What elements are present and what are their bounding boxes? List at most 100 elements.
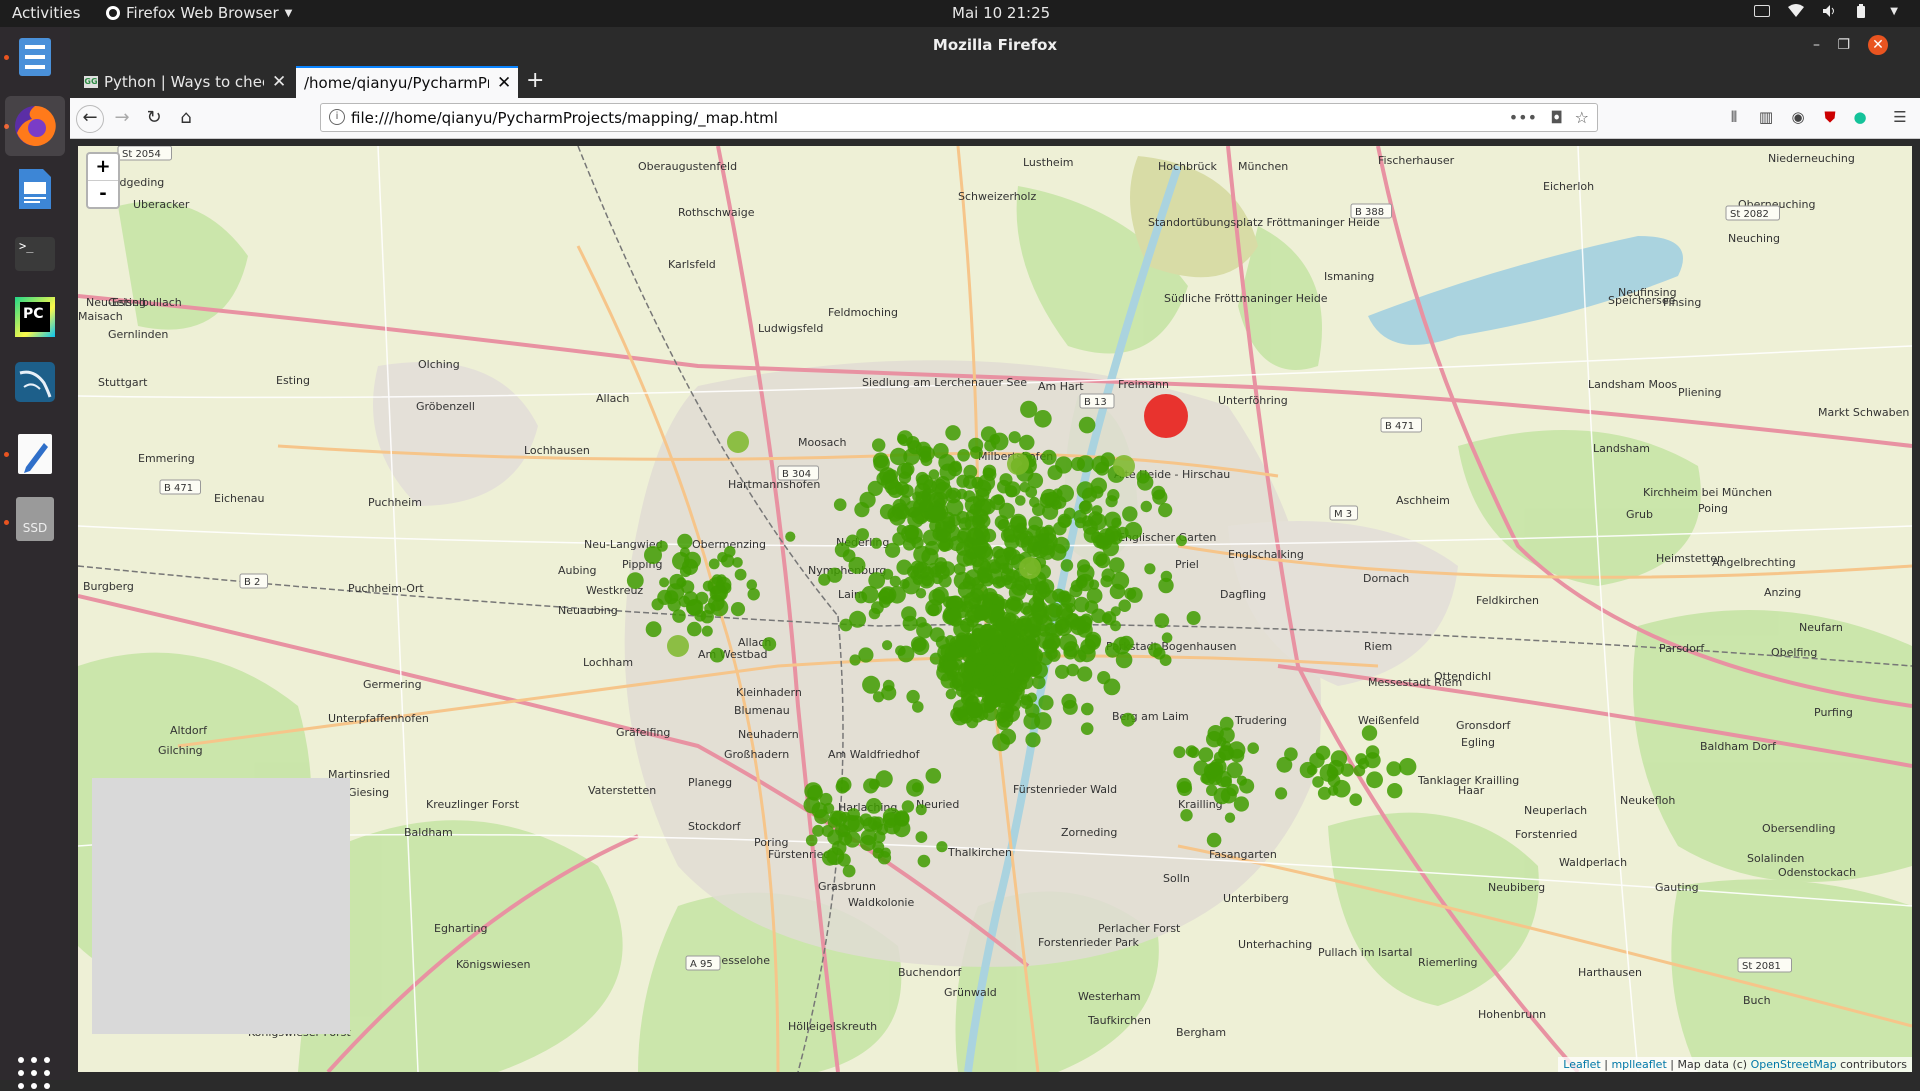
hamburger-menu-icon[interactable]: ☰	[1890, 107, 1910, 127]
map-marker[interactable]	[925, 599, 943, 617]
sidebar-icon[interactable]: ▥	[1756, 107, 1776, 127]
map-marker[interactable]	[785, 531, 796, 542]
map-marker[interactable]	[970, 446, 983, 460]
map-marker[interactable]	[834, 542, 850, 558]
back-icon[interactable]: ←	[76, 105, 104, 133]
battery-icon[interactable]	[1856, 4, 1872, 18]
map-marker[interactable]	[1176, 535, 1187, 547]
map-marker[interactable]	[1207, 761, 1222, 776]
map-marker[interactable]	[1111, 517, 1122, 528]
map-marker[interactable]	[1042, 503, 1059, 520]
map-marker[interactable]	[651, 598, 664, 611]
map-marker[interactable]	[1386, 761, 1402, 777]
map-marker[interactable]	[975, 683, 989, 698]
map-marker[interactable]	[1058, 515, 1071, 528]
map-marker[interactable]	[963, 475, 977, 490]
map-marker[interactable]	[906, 689, 920, 704]
map-marker[interactable]	[936, 841, 948, 853]
map-marker[interactable]	[862, 675, 881, 694]
map-marker[interactable]	[1019, 481, 1031, 493]
map-marker[interactable]	[1019, 557, 1041, 579]
map-marker[interactable]	[955, 541, 971, 556]
map-marker[interactable]	[929, 507, 945, 523]
map-marker[interactable]	[1090, 485, 1104, 499]
map-marker[interactable]	[897, 434, 908, 445]
map-marker[interactable]	[965, 645, 977, 657]
map-marker[interactable]	[944, 645, 960, 661]
map-marker[interactable]	[1020, 400, 1038, 418]
map-marker[interactable]	[899, 579, 910, 589]
library-icon[interactable]: ⫴	[1724, 107, 1744, 127]
clock[interactable]: Mai 10 21:25	[952, 4, 1050, 22]
text-editor-icon[interactable]	[13, 167, 57, 211]
map-marker[interactable]	[971, 537, 989, 555]
map-marker[interactable]	[1103, 678, 1121, 696]
map-marker[interactable]	[678, 595, 691, 608]
map-marker[interactable]	[956, 511, 970, 524]
map-marker[interactable]	[1027, 647, 1044, 664]
map-marker[interactable]	[1015, 532, 1031, 548]
tab-python[interactable]: GG Python | Ways to check if ✕	[76, 66, 296, 98]
mysql-workbench-icon[interactable]	[13, 360, 57, 404]
minimize-icon[interactable]: –	[1813, 27, 1820, 64]
activities-button[interactable]: Activities	[12, 4, 80, 22]
map-marker[interactable]	[803, 796, 821, 814]
map-marker[interactable]	[1160, 570, 1173, 583]
map-marker[interactable]	[747, 588, 760, 601]
map-marker[interactable]	[937, 537, 951, 551]
map-marker[interactable]	[1026, 542, 1042, 557]
map-marker[interactable]	[1137, 474, 1154, 491]
map-marker[interactable]	[1015, 495, 1026, 506]
map-marker[interactable]	[995, 687, 1009, 702]
map-marker[interactable]	[856, 528, 869, 541]
map-marker[interactable]	[1361, 725, 1378, 741]
map-marker[interactable]	[1236, 775, 1247, 786]
map-marker[interactable]	[835, 823, 849, 837]
map-marker[interactable]	[925, 768, 942, 784]
map-marker[interactable]	[1073, 649, 1087, 663]
map-marker[interactable]	[871, 601, 884, 615]
map-marker[interactable]	[1206, 731, 1223, 748]
map-marker[interactable]	[904, 524, 920, 540]
map-marker[interactable]	[902, 615, 918, 631]
firefox-icon[interactable]	[5, 96, 65, 156]
map-marker[interactable]	[1034, 410, 1052, 428]
map-marker[interactable]	[873, 455, 890, 472]
map-marker[interactable]	[644, 546, 662, 564]
map-marker[interactable]	[833, 498, 847, 512]
map-marker[interactable]	[1007, 453, 1029, 475]
chevron-down-icon[interactable]: ▼	[1890, 6, 1898, 17]
map-marker[interactable]	[876, 471, 891, 486]
map-marker[interactable]	[911, 637, 930, 656]
map-marker[interactable]	[1330, 750, 1348, 767]
map-marker[interactable]	[870, 537, 882, 549]
pycharm-icon[interactable]: PC	[13, 295, 57, 339]
map-marker[interactable]	[1213, 751, 1226, 764]
address-bar[interactable]: i file:///home/qianyu/PycharmProjects/ma…	[320, 103, 1598, 132]
map-marker[interactable]	[1327, 774, 1341, 787]
leaflet-map[interactable]: Oberaugustenfeld Lustheim Hochbrück München…	[78, 146, 1912, 1072]
zoom-out-button[interactable]: -	[88, 180, 118, 207]
map-marker[interactable]	[1109, 583, 1126, 600]
map-marker[interactable]	[1110, 606, 1121, 617]
map-marker[interactable]	[949, 460, 962, 473]
close-tab-icon[interactable]: ✕	[272, 72, 286, 92]
leaflet-link[interactable]: Leaflet	[1563, 1058, 1600, 1071]
map-marker[interactable]	[1148, 643, 1163, 658]
map-marker[interactable]	[1104, 527, 1119, 542]
map-marker[interactable]	[1152, 489, 1168, 505]
map-marker[interactable]	[701, 625, 713, 637]
account-icon[interactable]: ◉	[1788, 107, 1808, 127]
volume-icon[interactable]	[1822, 4, 1838, 18]
map-marker[interactable]	[818, 573, 831, 586]
map-marker[interactable]	[917, 854, 931, 868]
map-marker[interactable]	[872, 847, 884, 859]
map-marker[interactable]	[1247, 742, 1259, 754]
map-marker[interactable]	[1000, 665, 1013, 677]
bookmark-star-icon[interactable]: ☆	[1575, 108, 1589, 127]
map-marker[interactable]	[882, 640, 893, 651]
map-marker[interactable]	[836, 777, 852, 793]
map-marker[interactable]	[1070, 579, 1084, 593]
map-marker[interactable]	[915, 804, 927, 816]
map-marker[interactable]	[1224, 812, 1236, 823]
